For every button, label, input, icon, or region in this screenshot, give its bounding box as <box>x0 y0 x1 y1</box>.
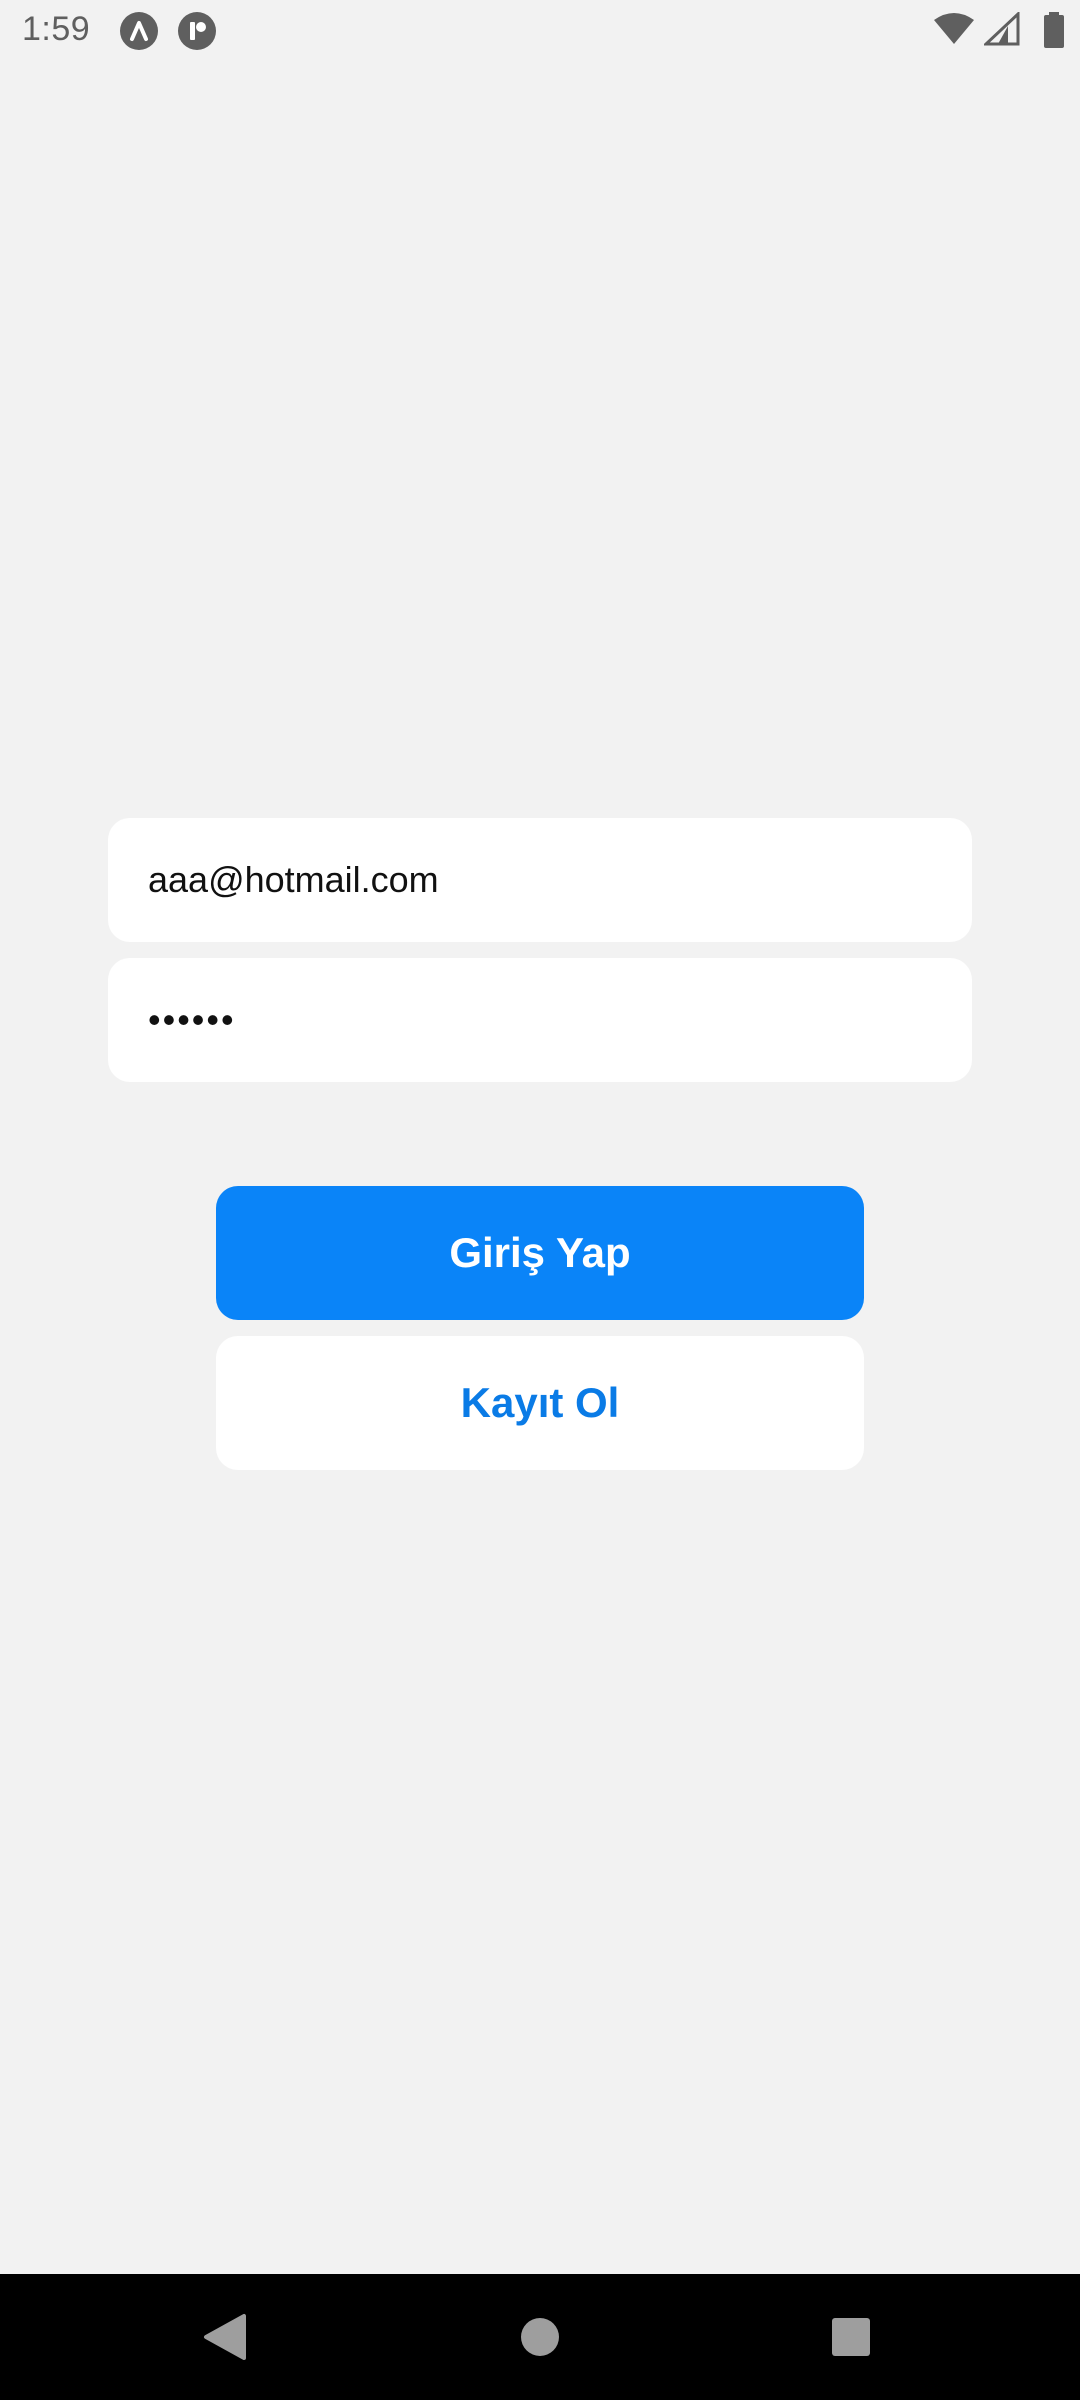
back-icon <box>204 2314 246 2360</box>
email-value: aaa@hotmail.com <box>148 859 439 900</box>
home-icon <box>521 2318 559 2356</box>
recent-apps-icon <box>832 2318 870 2356</box>
login-button[interactable]: Giriş Yap <box>216 1186 864 1320</box>
navigation-bar <box>0 2274 1080 2400</box>
password-field[interactable]: •••••• <box>108 958 972 1082</box>
app-r-icon <box>178 12 216 50</box>
signal-icon <box>984 12 1020 46</box>
recent-apps-button[interactable] <box>791 2274 911 2400</box>
home-button[interactable] <box>480 2274 600 2400</box>
wifi-icon <box>934 13 974 44</box>
status-time: 1:59 <box>22 10 91 48</box>
status-bar: 1:59 <box>0 0 1080 62</box>
login-button-label: Giriş Yap <box>449 1229 631 1276</box>
back-button[interactable] <box>166 2274 286 2400</box>
register-button-label: Kayıt Ol <box>460 1379 620 1426</box>
password-value: •••••• <box>148 999 236 1040</box>
register-button[interactable]: Kayıt Ol <box>216 1336 864 1470</box>
login-screen: 1:59 aaa@hotmail.com •••••• Giriş Yap Ka… <box>0 0 1080 2400</box>
battery-icon <box>1044 12 1064 48</box>
email-field[interactable]: aaa@hotmail.com <box>108 818 972 942</box>
app-a-icon <box>120 12 158 50</box>
